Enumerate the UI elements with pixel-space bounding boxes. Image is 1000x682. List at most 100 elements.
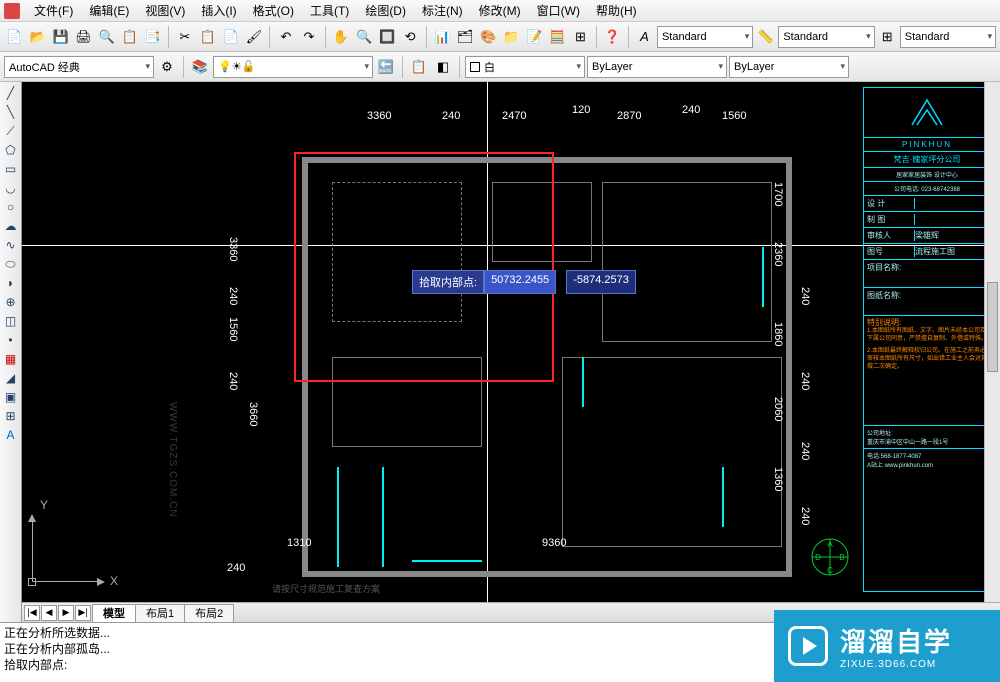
preview-icon[interactable]: 🔍 [96,26,117,48]
title-block: PINKHUN 梵吉·魄家坪分公司 居家家居装饰 设计中心 公司电话: 023-… [863,87,991,592]
menu-bar: 文件(F) 编辑(E) 视图(V) 插入(I) 格式(O) 工具(T) 绘图(D… [0,0,1000,22]
sheet-set-icon[interactable]: 📁 [501,26,522,48]
help-icon[interactable]: ❓ [602,26,623,48]
zoom-realtime-icon[interactable]: 🔍 [354,26,375,48]
coordinate-tooltip: 拾取内部点: 50732.2455 -5874.2573 [412,270,636,294]
block-icon[interactable]: ◫ [2,312,20,330]
polygon-icon[interactable]: ⬠ [2,141,20,159]
hatch-icon[interactable]: ▦ [2,350,20,368]
zoom-window-icon[interactable]: 🔲 [377,26,398,48]
tab-layout1[interactable]: 布局1 [135,604,185,622]
tab-next-icon[interactable]: ▶ [58,605,74,621]
menu-tools[interactable]: 工具(T) [302,0,357,21]
zoom-prev-icon[interactable]: ⟲ [400,26,421,48]
paste-icon[interactable]: 📄 [220,26,241,48]
tab-last-icon[interactable]: ▶| [75,605,91,621]
arc-icon[interactable]: ◡ [2,179,20,197]
drawing-canvas[interactable]: 3360 240 2470 120 2870 240 1560 3360 240… [22,82,1000,622]
standard-toolbar: 📄 📂 💾 🖨 🔍 📋 📑 ✂ 📋 📄 🖌 ↶ ↷ ✋ 🔍 🔲 ⟲ 📊 🗂 🎨 … [0,22,1000,52]
design-center-icon[interactable]: 🗂 [455,26,476,48]
rectangle-icon[interactable]: ▭ [2,160,20,178]
cut-icon[interactable]: ✂ [174,26,195,48]
layer-state-icon[interactable]: 📋 [408,56,430,78]
dim-style-icon[interactable]: 📏 [755,26,776,48]
tab-first-icon[interactable]: |◀ [24,605,40,621]
layer-iso-icon[interactable]: ◧ [432,56,454,78]
lineweight-dropdown[interactable]: ByLayer [587,56,727,78]
text-style-icon[interactable]: A [634,26,655,48]
tooltip-val2: -5874.2573 [566,270,636,294]
pline-icon[interactable]: ⟋ [2,122,20,140]
tab-layout2[interactable]: 布局2 [184,604,234,622]
menu-help[interactable]: 帮助(H) [588,0,645,21]
layer-prev-icon[interactable]: 🔙 [375,56,397,78]
menu-edit[interactable]: 编辑(E) [81,0,137,21]
table-icon[interactable]: ⊞ [570,26,591,48]
layer-manager-icon[interactable]: 📚 [189,56,211,78]
gradient-icon[interactable]: ◢ [2,369,20,387]
layer-sun-icon: ☀ [232,60,242,73]
pan-icon[interactable]: ✋ [330,26,351,48]
svg-text:D: D [815,553,821,562]
scrollbar-thumb[interactable] [987,282,998,372]
layer-lock-icon: 🔓 [242,60,256,73]
ellipse-icon[interactable]: ⬭ [2,255,20,273]
separator [269,26,270,48]
spline-icon[interactable]: ∿ [2,236,20,254]
ellipse-arc-icon[interactable]: ◗ [2,274,20,292]
redo-icon[interactable]: ↷ [298,26,319,48]
color-dropdown[interactable]: 白 [465,56,585,78]
menu-dimension[interactable]: 标注(N) [414,0,471,21]
menu-insert[interactable]: 插入(I) [193,0,244,21]
watermark: WWW.TGZS.COM.CN [167,402,178,518]
copy-icon[interactable]: 📋 [197,26,218,48]
insert-icon[interactable]: ⊕ [2,293,20,311]
markup-icon[interactable]: 📝 [524,26,545,48]
point-icon[interactable]: • [2,331,20,349]
save-icon[interactable]: 💾 [50,26,71,48]
workspace-settings-icon[interactable]: ⚙ [156,56,178,78]
undo-icon[interactable]: ↶ [275,26,296,48]
plot-icon[interactable]: 📑 [142,26,163,48]
print-icon[interactable]: 🖨 [73,26,94,48]
publish-icon[interactable]: 📋 [119,26,140,48]
table-style-dropdown[interactable]: Standard [900,26,996,48]
dim-style-dropdown[interactable]: Standard [778,26,874,48]
dim-right-i4: 240 [799,507,811,525]
tab-prev-icon[interactable]: ◀ [41,605,57,621]
tab-model[interactable]: 模型 [92,604,136,622]
menu-modify[interactable]: 修改(M) [471,0,529,21]
table-icon[interactable]: ⊞ [2,407,20,425]
linetype-dropdown[interactable]: ByLayer [729,56,849,78]
dim-top-6: 240 [682,104,700,116]
region-icon[interactable]: ▣ [2,388,20,406]
menu-window[interactable]: 窗口(W) [529,0,588,21]
tool-palette-icon[interactable]: 🎨 [478,26,499,48]
xline-icon[interactable]: ╲ [2,103,20,121]
new-icon[interactable]: 📄 [4,26,25,48]
play-icon [788,626,828,666]
mtext-icon[interactable]: A [2,426,20,444]
workspace-dropdown[interactable]: AutoCAD 经典 [4,56,154,78]
menu-view[interactable]: 视图(V) [137,0,193,21]
line-icon[interactable]: ╱ [2,84,20,102]
menu-draw[interactable]: 绘图(D) [357,0,414,21]
revcloud-icon[interactable]: ☁ [2,217,20,235]
properties-icon[interactable]: 📊 [432,26,453,48]
dim-bot-3: 240 [227,562,245,574]
separator [168,26,169,48]
match-icon[interactable]: 🖌 [243,26,264,48]
calc-icon[interactable]: 🧮 [547,26,568,48]
layer-dropdown[interactable]: 💡 ☀ 🔓 [213,56,373,78]
table-style-icon[interactable]: ⊞ [877,26,898,48]
circle-icon[interactable]: ○ [2,198,20,216]
menu-file[interactable]: 文件(F) [26,0,81,21]
menu-format[interactable]: 格式(O) [245,0,302,21]
open-icon[interactable]: 📂 [27,26,48,48]
svg-text:A: A [827,540,833,549]
watermark-badge: 溜溜自学 ZIXUE.3D66.COM [774,610,1000,682]
app-icon [4,3,20,19]
dim-top-1: 3360 [367,110,391,122]
text-style-dropdown[interactable]: Standard [657,26,753,48]
vertical-scrollbar[interactable] [984,82,1000,602]
